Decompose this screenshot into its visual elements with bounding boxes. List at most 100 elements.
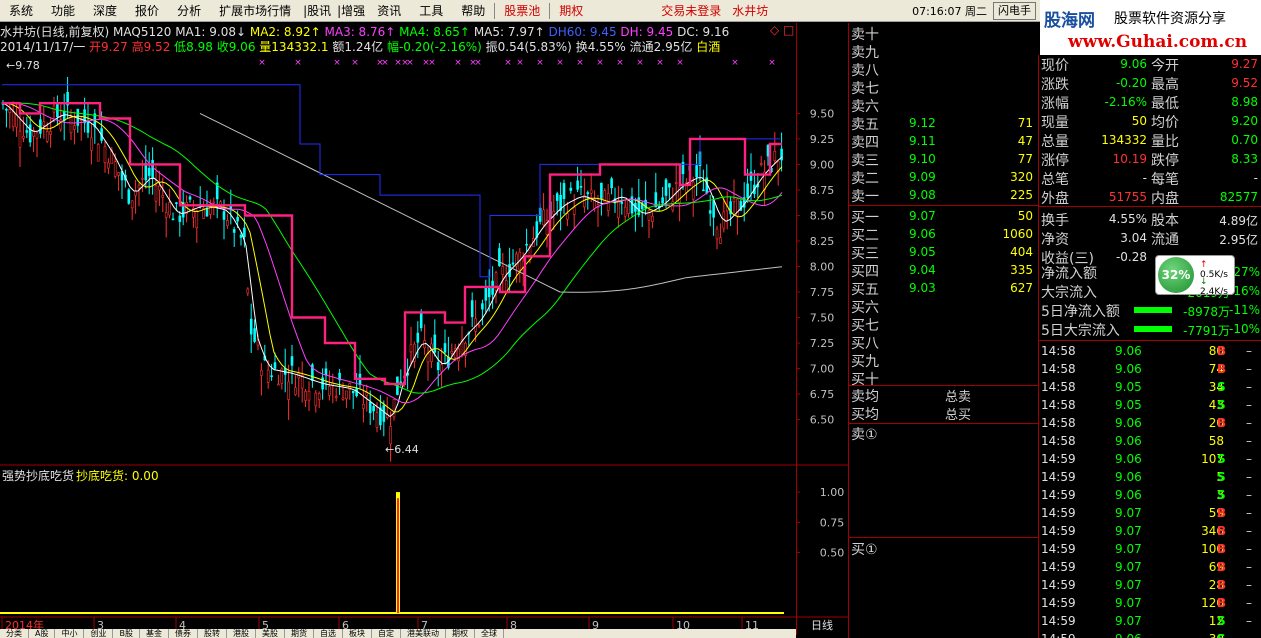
menu-options[interactable]: 期权 <box>550 0 592 22</box>
tick-row: 14:599.0630S– <box>1039 632 1261 638</box>
market-tab[interactable]: 基金 <box>140 629 169 638</box>
tick-dash: – <box>1246 506 1252 520</box>
flow-value: -7791万 <box>1183 324 1230 338</box>
market-tab[interactable]: 期权 <box>446 629 475 638</box>
bid-row[interactable]: 买三 9.05 404 <box>849 243 1039 262</box>
market-tab[interactable]: B股 <box>113 629 140 638</box>
ask-row[interactable]: 卖二 9.09 320 <box>849 168 1039 187</box>
bar-sector[interactable]: 白酒 <box>696 40 720 54</box>
ask-row[interactable]: 卖十 <box>849 24 1039 43</box>
candle-body <box>158 185 161 191</box>
kline-chart[interactable]: 9.50 9.25 9.00 8.75 8.50 8.25 8.00 7.75 7.50 7.25… <box>0 55 848 635</box>
ma3-value: MA3: 8.76↑ <box>324 25 396 39</box>
market-tab[interactable]: 板块 <box>343 629 372 638</box>
candle-body <box>317 393 321 400</box>
candle-body <box>246 288 250 294</box>
quote-key: 跌停 <box>1151 153 1179 169</box>
bid-row[interactable]: 买八 <box>849 333 1039 352</box>
menu-stock-pool[interactable]: 股票池 <box>495 0 549 22</box>
tick-dash: – <box>1246 596 1252 610</box>
candle-body <box>661 197 664 204</box>
brand-logo[interactable]: 股海网 股票软件资源分享 www.Guhai.com.cn <box>1040 0 1261 55</box>
ask-row[interactable]: 卖八 <box>849 60 1039 79</box>
network-speed-widget[interactable]: 32% ↑ 0.5K/s ↓ 2.4K/s <box>1155 255 1235 297</box>
sell-queue-row[interactable]: 卖① <box>849 424 1039 443</box>
menu-info[interactable]: 资讯 <box>368 0 410 22</box>
trade-user: 水井坊 <box>732 3 769 18</box>
ask-row[interactable]: 卖一 9.08 225 <box>849 186 1039 205</box>
market-tab[interactable]: 中小 <box>55 629 85 638</box>
candle-body <box>49 131 52 135</box>
flash-trade-button[interactable]: 闪电手 <box>993 2 1036 20</box>
market-tab[interactable]: 自选 <box>314 629 343 638</box>
ask-row[interactable]: 卖七 <box>849 78 1039 97</box>
tick-price: 9.07 <box>1115 614 1142 628</box>
menu-enhance[interactable]: |增强 <box>334 0 368 22</box>
bid-volume: 404 <box>1010 245 1033 259</box>
market-tab[interactable]: A股 <box>29 629 56 638</box>
bid-row[interactable]: 买四 9.04 335 <box>849 261 1039 280</box>
market-tab[interactable]: 自定 <box>372 629 401 638</box>
period-label[interactable]: 日线 <box>811 618 833 632</box>
tick-price: 9.06 <box>1115 416 1142 430</box>
menu-help[interactable]: 帮助 <box>452 0 494 22</box>
market-tab[interactable]: 港美联动 <box>401 629 446 638</box>
tick-time: 14:58 <box>1041 380 1076 394</box>
tick-direction: B <box>1217 542 1227 556</box>
ask-volume: 47 <box>1017 134 1033 148</box>
tick-time: 14:58 <box>1041 434 1076 448</box>
menu-depth[interactable]: 深度 <box>84 0 126 22</box>
bid-row[interactable]: 买七 <box>849 315 1039 334</box>
candle-body <box>195 210 199 229</box>
ask-label: 卖四 <box>851 135 879 151</box>
candle-body <box>11 111 15 127</box>
market-tab[interactable]: 债券 <box>169 629 198 638</box>
price-tick-label: 7.25 <box>810 337 835 350</box>
menu-function[interactable]: 功能 <box>42 0 84 22</box>
bid-row[interactable]: 买二 9.06 1060 <box>849 225 1039 244</box>
menu-analysis[interactable]: 分析 <box>168 0 210 22</box>
bid-row[interactable]: 买五 9.03 627 <box>849 279 1039 298</box>
capital-flow-row[interactable]: 5日净流入额 -8978万 -11% <box>1039 301 1261 320</box>
tick-price: 9.06 <box>1115 362 1142 376</box>
candle-body <box>351 390 355 394</box>
axis-divider <box>796 23 797 635</box>
tick-price: 9.06 <box>1115 344 1142 358</box>
bid-row[interactable]: 买九 <box>849 351 1039 370</box>
indicator-title[interactable]: 强势抄底吃货 <box>2 468 74 483</box>
menu-bar: 系统 功能 深度 报价 分析 扩展市场行情 |股讯 |增强 资讯 工具 帮助 股… <box>0 0 1040 22</box>
market-tab[interactable]: 期货 <box>285 629 314 638</box>
menu-quote[interactable]: 报价 <box>126 0 168 22</box>
candle-body <box>168 202 171 216</box>
ask-row[interactable]: 卖六 <box>849 96 1039 115</box>
market-tab[interactable]: 股转 <box>198 629 227 638</box>
stock-title[interactable]: 水井坊(日线,前复权) <box>0 25 109 39</box>
bid-row[interactable]: 买一 9.07 50 <box>849 207 1039 226</box>
capital-flow-row[interactable]: 5日大宗流入 -7791万 -10% <box>1039 320 1261 339</box>
ask-row[interactable]: 卖五 9.12 71 <box>849 114 1039 133</box>
ask-row[interactable]: 卖九 <box>849 42 1039 61</box>
trade-status[interactable]: 交易未登录 <box>652 0 730 22</box>
menu-system[interactable]: 系统 <box>0 0 42 22</box>
candle-body <box>355 388 358 397</box>
candle-body <box>719 237 722 244</box>
market-tab[interactable]: 分类 <box>0 629 29 638</box>
market-tab[interactable]: 美股 <box>256 629 285 638</box>
window-controls-icon[interactable]: ◇ □ <box>770 23 794 37</box>
menu-stock-news[interactable]: |股讯 <box>300 0 334 22</box>
menu-extended-market[interactable]: 扩展市场行情 <box>210 0 300 22</box>
tick-price: 9.07 <box>1115 596 1142 610</box>
ask-row[interactable]: 卖三 9.10 77 <box>849 150 1039 169</box>
ask-row[interactable]: 卖四 9.11 47 <box>849 132 1039 151</box>
candle-body <box>389 426 392 445</box>
bid-row[interactable]: 买六 <box>849 297 1039 316</box>
candle-body <box>477 324 481 327</box>
candle-body <box>239 234 243 238</box>
buy-queue-row[interactable]: 买① <box>849 539 1039 558</box>
market-tab[interactable]: 全球 <box>475 629 504 638</box>
candle-body <box>277 383 280 386</box>
candle-body <box>175 202 178 204</box>
market-tab[interactable]: 创业 <box>84 629 114 638</box>
market-tab[interactable]: 港股 <box>227 629 256 638</box>
menu-tools[interactable]: 工具 <box>410 0 452 22</box>
